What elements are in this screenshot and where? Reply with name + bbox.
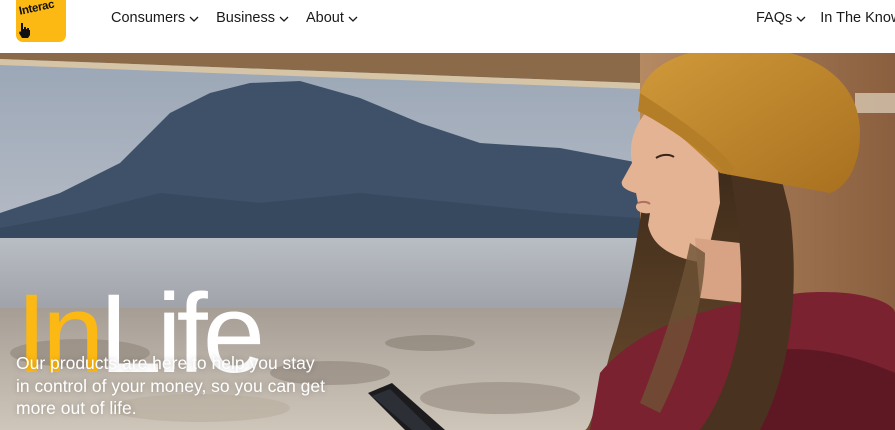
nav-item-label: Business [216, 10, 275, 26]
hero-description: Our products are here to help you stay i… [16, 353, 326, 418]
hand-pointer-icon [19, 23, 30, 38]
chevron-down-icon [348, 16, 358, 22]
secondary-nav: FAQs In The Know [756, 0, 895, 36]
chevron-down-icon [796, 16, 806, 22]
nav-item-about[interactable]: About [306, 10, 358, 26]
nav-item-label: Consumers [111, 10, 186, 26]
chevron-down-icon [189, 16, 199, 22]
logo-wordmark: Interac [18, 0, 56, 18]
nav-item-label: FAQs [756, 10, 793, 26]
nav-item-faqs[interactable]: FAQs [756, 10, 806, 26]
nav-item-business[interactable]: Business [216, 10, 289, 26]
interac-logo[interactable]: Interac [16, 0, 66, 42]
nav-item-consumers[interactable]: Consumers [111, 10, 199, 26]
nav-item-in-the-know[interactable]: In The Know [820, 10, 895, 26]
site-header: Interac Consumers Business About FAQs In… [0, 0, 895, 53]
nav-item-label: In The Know [820, 10, 895, 26]
chevron-down-icon [279, 16, 289, 22]
primary-nav: Consumers Business About [111, 0, 375, 36]
nav-item-label: About [305, 10, 344, 26]
